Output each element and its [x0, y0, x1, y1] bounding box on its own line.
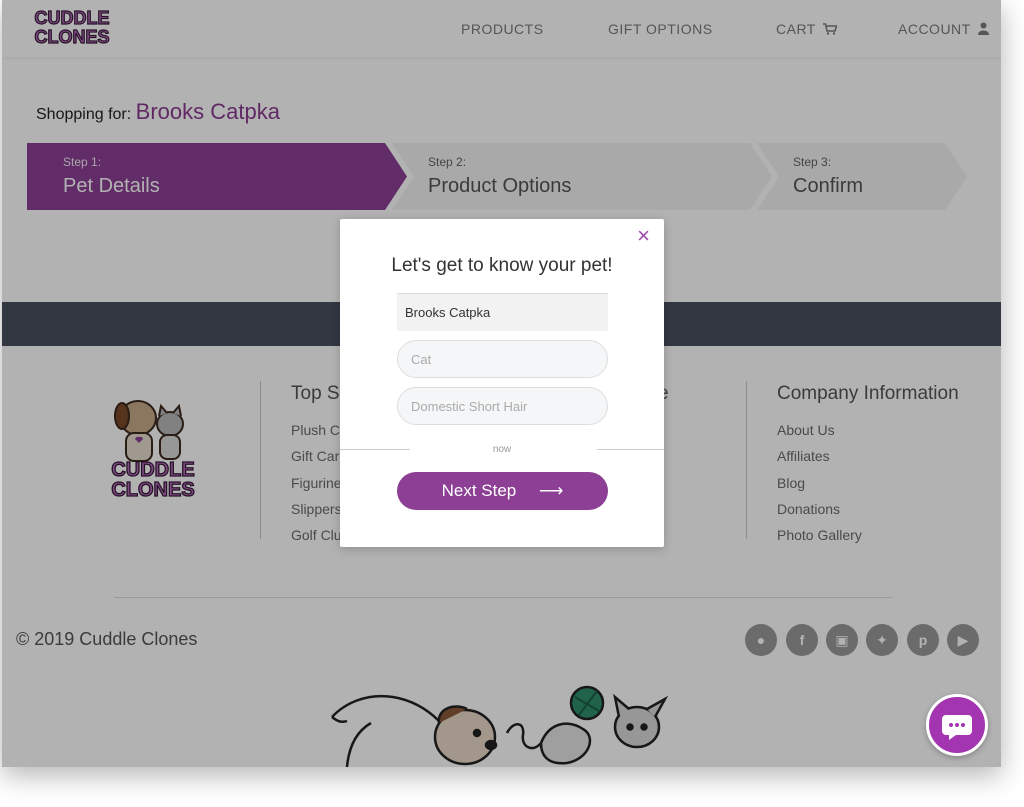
- close-icon[interactable]: ×: [637, 223, 650, 249]
- chat-icon: [942, 715, 972, 740]
- arrow-right-icon: ⟶: [539, 481, 564, 500]
- browser-window: CUDDLE CLONES PRODUCTS GIFT OPTIONS CART…: [2, 0, 1001, 767]
- pet-type-input[interactable]: [397, 340, 608, 378]
- separator-line: [597, 449, 664, 450]
- pet-name-input[interactable]: [397, 293, 608, 331]
- pet-info-modal: × Let's get to know your pet! now Next S…: [340, 219, 664, 547]
- next-step-button[interactable]: Next Step ⟶: [397, 472, 608, 510]
- modal-title: Let's get to know your pet!: [391, 255, 613, 276]
- chat-button[interactable]: [926, 694, 988, 756]
- next-step-label: Next Step: [441, 481, 517, 500]
- pet-breed-input[interactable]: [397, 387, 608, 425]
